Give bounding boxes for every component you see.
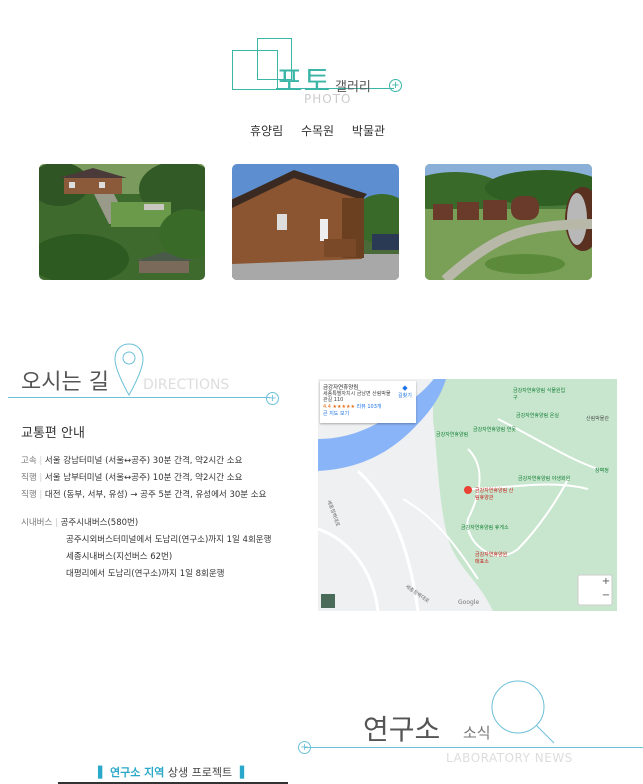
traffic-row-text: 서울 강남터미널 (서울↔공주) 30분 간격, 약2시간 소요 xyxy=(44,456,243,466)
traffic-row: 직행 | 서울 남부터미널 (서울↔공주) 10분 간격, 약2시간 소요 xyxy=(21,473,243,483)
lab-news-subtitle: 소식 xyxy=(463,724,491,742)
traffic-row-text: 대전 (동부, 서부, 유성) → 공주 5분 간격, 유성에서 30분 소요 xyxy=(44,490,267,500)
bar-marker-icon: ▐ xyxy=(235,766,245,779)
map-place-label[interactable]: 금강자연휴양림 산림휴양관 xyxy=(475,487,515,501)
directions-title: 오시는 길 xyxy=(21,370,109,395)
map-place-label[interactable]: 창벽정 xyxy=(595,467,609,474)
traffic-row-label: 직행 xyxy=(21,473,37,483)
gallery-photo-1[interactable] xyxy=(39,164,205,280)
map-place-label[interactable]: 금강자연휴양원 매표소 xyxy=(475,551,513,565)
map-place-label[interactable]: 금강자연휴양림 연못 xyxy=(473,426,516,433)
tab-recreation-forest[interactable]: 휴양림 xyxy=(250,124,283,138)
region-project-heading: ▌ 연구소 지역 상생 프로젝트 ▐ xyxy=(98,764,244,780)
traffic-row: 고속 | 서울 강남터미널 (서울↔공주) 30분 간격, 약2시간 소요 xyxy=(21,456,243,466)
gallery-photo-3[interactable] xyxy=(425,164,592,280)
map-card-directions[interactable]: ◆ 길찾기 xyxy=(398,384,412,399)
directions-arrow-icon: ◆ xyxy=(402,384,408,392)
lab-news-title: 연구소 xyxy=(363,713,441,746)
photo-more-plus-icon[interactable]: + xyxy=(389,79,402,92)
city-bus-line: 공주시내버스(580번) xyxy=(60,518,139,528)
map-pin-icon xyxy=(113,343,145,401)
city-bus-label-row: 시내버스 | 공주시내버스(580번) xyxy=(21,518,139,528)
directions-underline xyxy=(8,397,270,398)
map-zoom-in-button[interactable]: + xyxy=(601,577,611,587)
map-zoom-out-button[interactable]: − xyxy=(601,591,611,601)
bar-marker-icon: ▌ xyxy=(98,766,107,779)
photo-tabs: 휴양림 수목원 박물관 xyxy=(250,122,399,139)
tab-museum[interactable]: 박물관 xyxy=(352,124,385,138)
map-place-label[interactable]: 금강자연휴양림 휴게소 xyxy=(461,524,509,531)
map-marker-icon[interactable] xyxy=(464,486,472,494)
map-info-card: 금강자연휴양림 세종특별자치시 금남면 산림박물관길 110 4.4 ★★★★★… xyxy=(320,381,416,423)
city-bus-line: 세종시내버스(지선버스 62번) xyxy=(66,552,173,562)
lab-news-more-plus-icon[interactable]: + xyxy=(298,741,311,754)
traffic-row: 직행 | 대전 (동부, 서부, 유성) → 공주 5분 간격, 유성에서 30… xyxy=(21,490,267,500)
traffic-heading: 교통편 안내 xyxy=(21,426,85,441)
map-card-address: 세종특별자치시 금남면 산림박물관길 110 xyxy=(323,391,391,403)
traffic-row-label: 고속 xyxy=(21,456,37,466)
location-map[interactable]: 금강자연휴양림 세종특별자치시 금남면 산림박물관길 110 4.4 ★★★★★… xyxy=(318,379,617,611)
lab-news-underline xyxy=(304,747,643,748)
region-rest: 상생 프로젝트 xyxy=(167,766,233,779)
title-deco-square xyxy=(232,50,278,90)
map-place-label[interactable]: 산림박물관 xyxy=(586,415,609,422)
magnifier-icon xyxy=(491,680,556,749)
directions-en-title: DIRECTIONS xyxy=(143,377,230,393)
map-card-reviews[interactable]: 리뷰 103개 xyxy=(357,404,382,410)
lab-news-en-title: LABORATORY NEWS xyxy=(446,751,573,765)
map-card-directions-label: 길찾기 xyxy=(398,393,412,399)
city-bus-line: 공주시외버스터미널에서 도남리(연구소)까지 1일 4회운행 xyxy=(66,535,272,545)
city-bus-line: 대평리에서 도남리(연구소)까지 1일 8회운행 xyxy=(66,569,225,579)
map-place-label[interactable]: 금강자연휴양림 온실 xyxy=(516,412,559,419)
region-highlight: 연구소 지역 xyxy=(109,766,165,779)
google-logo: Google xyxy=(458,599,480,606)
photo-en-title: PHOTO xyxy=(304,92,352,106)
directions-more-plus-icon[interactable]: + xyxy=(266,392,279,405)
gallery-photo-2[interactable] xyxy=(232,164,399,280)
traffic-row-label: 직행 xyxy=(21,490,37,500)
traffic-row-text: 서울 남부터미널 (서울↔공주) 10분 간격, 약2시간 소요 xyxy=(44,473,243,483)
map-card-link[interactable]: 큰 지도 보기 xyxy=(323,410,413,417)
map-place-label[interactable]: 금강자연휴양림 식물원입구 xyxy=(513,387,568,401)
map-place-label[interactable]: 금강자연휴양림 야생화원 xyxy=(518,475,570,482)
tab-arboretum[interactable]: 수목원 xyxy=(301,124,334,138)
city-bus-label: 시내버스 xyxy=(21,518,53,528)
